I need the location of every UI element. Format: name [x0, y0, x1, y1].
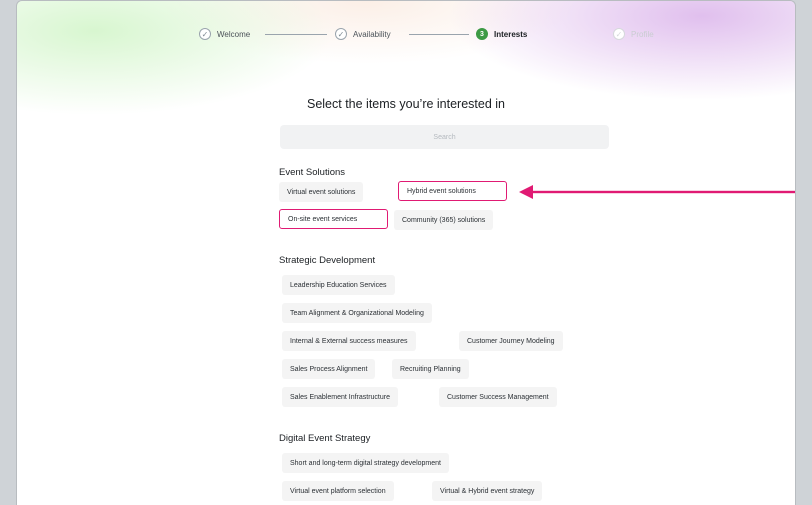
check-icon: ✓ — [335, 28, 347, 40]
section-title-digital-event-strategy: Digital Event Strategy — [279, 433, 371, 444]
chip-virtual-event-solutions[interactable]: Virtual event solutions — [279, 182, 364, 202]
search-input[interactable]: Search — [280, 125, 609, 149]
chip-hybrid-event-solutions[interactable]: Hybrid event solutions — [398, 181, 507, 201]
chip-customer-journey[interactable]: Customer Journey Modeling — [459, 331, 563, 351]
chip-sales-process[interactable]: Sales Process Alignment — [282, 359, 376, 379]
step-label: Availability — [353, 29, 391, 39]
chip-digital-strategy-development[interactable]: Short and long-term digital strategy dev… — [282, 453, 449, 473]
step-interests[interactable]: 3 Interests — [476, 26, 527, 42]
chip-recruiting-planning[interactable]: Recruiting Planning — [392, 359, 469, 379]
chip-community-solutions[interactable]: Community (365) solutions — [394, 210, 494, 230]
page-title: Select the items you’re interested in — [306, 97, 506, 111]
step-label: Interests — [494, 29, 528, 39]
chip-leadership-education[interactable]: Leadership Education Services — [282, 275, 395, 295]
step-welcome[interactable]: ✓ Welcome — [199, 26, 250, 42]
stepper-connector — [409, 34, 469, 35]
chip-hybrid-event-strategy[interactable]: Virtual & Hybrid event strategy — [432, 481, 543, 501]
section-title-strategic-development: Strategic Development — [279, 255, 376, 266]
app-window: ✓ Welcome ✓ Availability 3 Interests ✓ P… — [16, 0, 796, 505]
step-label: Welcome — [217, 29, 251, 39]
chip-customer-success[interactable]: Customer Success Management — [439, 387, 557, 407]
section-title-event-solutions: Event Solutions — [279, 167, 346, 178]
chip-success-measures[interactable]: Internal & External success measures — [282, 331, 416, 351]
step-profile[interactable]: ✓ Profile — [613, 26, 654, 42]
chip-sales-enablement[interactable]: Sales Enablement Infrastructure — [282, 387, 398, 407]
chip-platform-selection[interactable]: Virtual event platform selection — [282, 481, 394, 501]
chip-on-site-event-services[interactable]: On-site event services — [279, 209, 388, 229]
step-availability[interactable]: ✓ Availability — [335, 26, 391, 42]
progress-stepper: ✓ Welcome ✓ Availability 3 Interests ✓ P… — [17, 26, 795, 44]
arrow-left-icon — [519, 185, 795, 199]
stepper-connector — [265, 34, 327, 35]
step-label: Profile — [631, 29, 654, 39]
chip-team-alignment[interactable]: Team Alignment & Organizational Modeling — [282, 303, 432, 323]
step-number-badge: 3 — [476, 28, 488, 40]
check-icon: ✓ — [613, 28, 625, 40]
check-icon: ✓ — [199, 28, 211, 40]
